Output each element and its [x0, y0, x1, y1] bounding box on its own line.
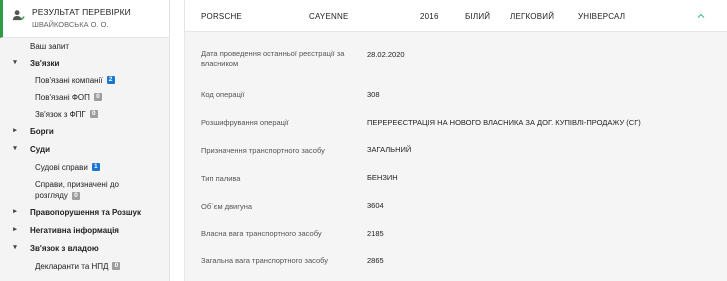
- sidebar-item-label: Пов'язані компанії: [35, 75, 103, 85]
- sidebar-item-debts[interactable]: ▸ Борги: [0, 123, 169, 139]
- detail-value: 3604: [367, 201, 384, 210]
- detail-row: Призначення транспортного засобу ЗАГАЛЬН…: [185, 140, 727, 168]
- detail-label: Власна вага транспортного засобу: [201, 229, 322, 238]
- detail-value: ПЕРЕРЕЄСТРАЦІЯ НА НОВОГО ВЛАСНИКА ЗА ДОГ…: [367, 118, 641, 127]
- vehicle-kind: ЛЕГКОВИЙ: [510, 12, 555, 21]
- sidebar-item-label-row: розгляду 0: [35, 190, 169, 201]
- detail-row: Об`єм двигуна 3604: [185, 196, 727, 224]
- detail-value: 28.02.2020: [367, 50, 405, 59]
- detail-label: Код операції: [201, 90, 245, 99]
- chevron-down-icon: ▾: [13, 244, 17, 251]
- detail-label: Дата проведення останньої реєстрації за …: [201, 49, 345, 68]
- vehicle-body: УНІВЕРСАЛ: [578, 12, 626, 21]
- sidebar-subtitle: ШВАЙКОВСЬКА О. О.: [32, 20, 109, 29]
- detail-value: ЗАГАЛЬНИЙ: [367, 145, 412, 154]
- detail-row: Розшифрування операції ПЕРЕРЕЄСТРАЦІЯ НА…: [185, 112, 727, 140]
- sidebar-item-label: Негативна інформація: [30, 225, 119, 235]
- chevron-right-icon: ▸: [13, 208, 17, 215]
- detail-label: Розшифрування операції: [201, 118, 289, 127]
- sidebar-item-negative[interactable]: ▸ Негативна інформація: [0, 222, 169, 238]
- main-panel: PORSCHE CAYENNE 2016 БІЛИЙ ЛЕГКОВИЙ УНІВ…: [170, 0, 727, 281]
- sidebar: РЕЗУЛЬТАТ ПЕРЕВІРКИ ШВАЙКОВСЬКА О. О. Ва…: [0, 0, 170, 281]
- count-badge: 1: [91, 163, 100, 171]
- detail-row: Код операції 308: [185, 84, 727, 112]
- sidebar-item-label: Пов'язані ФОП: [35, 92, 90, 102]
- sidebar-item-label: Справи, призначені до: [35, 180, 119, 189]
- detail-value: 308: [367, 90, 380, 99]
- sidebar-item-request[interactable]: Ваш запит: [0, 38, 169, 54]
- sidebar-item-court-cases[interactable]: Судові справи 1: [0, 159, 169, 175]
- vehicle-year: 2016: [420, 12, 439, 21]
- sidebar-item-related-fop[interactable]: Пов'язані ФОП 0: [0, 89, 169, 105]
- count-badge: 0: [93, 93, 102, 101]
- count-badge: 2: [106, 76, 115, 84]
- sidebar-item-label: Зв'язок з ФПГ: [35, 109, 86, 119]
- sidebar-item-declarants[interactable]: Декларанти та НПД 0: [0, 258, 169, 274]
- sidebar-item-offenses[interactable]: ▸ Правопорушення та Розшук: [0, 204, 169, 220]
- sidebar-item-label: Зв'язки: [30, 58, 60, 68]
- detail-value: БЕНЗИН: [367, 173, 398, 182]
- vehicle-make: PORSCHE: [201, 12, 242, 21]
- vehicle-details: Дата проведення останньої реєстрації за …: [185, 32, 727, 281]
- sidebar-item-relation-fpg[interactable]: Зв'язок з ФПГ 0: [0, 106, 169, 122]
- detail-label: Загальна вага транспортного засобу: [201, 256, 328, 265]
- vehicle-model: CAYENNE: [309, 12, 349, 21]
- detail-label: Об`єм двигуна: [201, 202, 253, 211]
- sidebar-header: РЕЗУЛЬТАТ ПЕРЕВІРКИ ШВАЙКОВСЬКА О. О.: [0, 0, 169, 38]
- sidebar-item-label: Зв'язок з владою: [30, 243, 99, 253]
- chevron-down-icon: ▾: [13, 59, 17, 66]
- sidebar-item-courts[interactable]: ▾ Суди: [0, 141, 169, 157]
- detail-row: Власна вага транспортного засобу 2185: [185, 224, 727, 252]
- chevron-right-icon: ▸: [13, 226, 17, 233]
- sidebar-item-label: Правопорушення та Розшук: [30, 207, 142, 217]
- detail-row: Тип палива БЕНЗИН: [185, 168, 727, 196]
- detail-value: 2865: [367, 256, 384, 265]
- count-badge: 0: [89, 110, 98, 118]
- chevron-right-icon: ▸: [13, 127, 17, 134]
- vehicle-card-header[interactable]: PORSCHE CAYENNE 2016 БІЛИЙ ЛЕГКОВИЙ УНІВ…: [185, 0, 727, 32]
- vehicle-color: БІЛИЙ: [465, 12, 491, 21]
- detail-label: Тип палива: [201, 174, 241, 183]
- chevron-up-icon[interactable]: [696, 11, 706, 21]
- chevron-down-icon: ▾: [13, 145, 17, 152]
- sidebar-item-label: Суди: [30, 144, 51, 154]
- sidebar-item-label: розгляду: [35, 191, 68, 200]
- vehicle-card: PORSCHE CAYENNE 2016 БІЛИЙ ЛЕГКОВИЙ УНІВ…: [184, 0, 727, 281]
- detail-label: Призначення транспортного засобу: [201, 146, 325, 155]
- detail-row: Дата проведення останньої реєстрації за …: [185, 44, 727, 72]
- sidebar-item-label: Ваш запит: [30, 41, 70, 51]
- sidebar-item-label: Декларанти та НПД: [35, 261, 109, 271]
- count-badge: 0: [71, 191, 80, 200]
- sidebar-item-power[interactable]: ▾ Зв'язок з владою: [0, 240, 169, 256]
- sidebar-item-related-companies[interactable]: Пов'язані компанії 2: [0, 72, 169, 88]
- sidebar-item-label: Борги: [30, 126, 54, 136]
- sidebar-item-label: Судові справи: [35, 162, 88, 172]
- detail-value: 2185: [367, 229, 384, 238]
- sidebar-item-cases-scheduled[interactable]: Справи, призначені до розгляду 0: [0, 179, 169, 201]
- detail-row: Загальна вага транспортного засобу 2865: [185, 252, 727, 280]
- sidebar-item-relations[interactable]: ▾ Зв'язки: [0, 55, 169, 71]
- count-badge: 0: [112, 262, 121, 270]
- user-check-icon: [12, 10, 25, 21]
- sidebar-title: РЕЗУЛЬТАТ ПЕРЕВІРКИ: [32, 7, 131, 17]
